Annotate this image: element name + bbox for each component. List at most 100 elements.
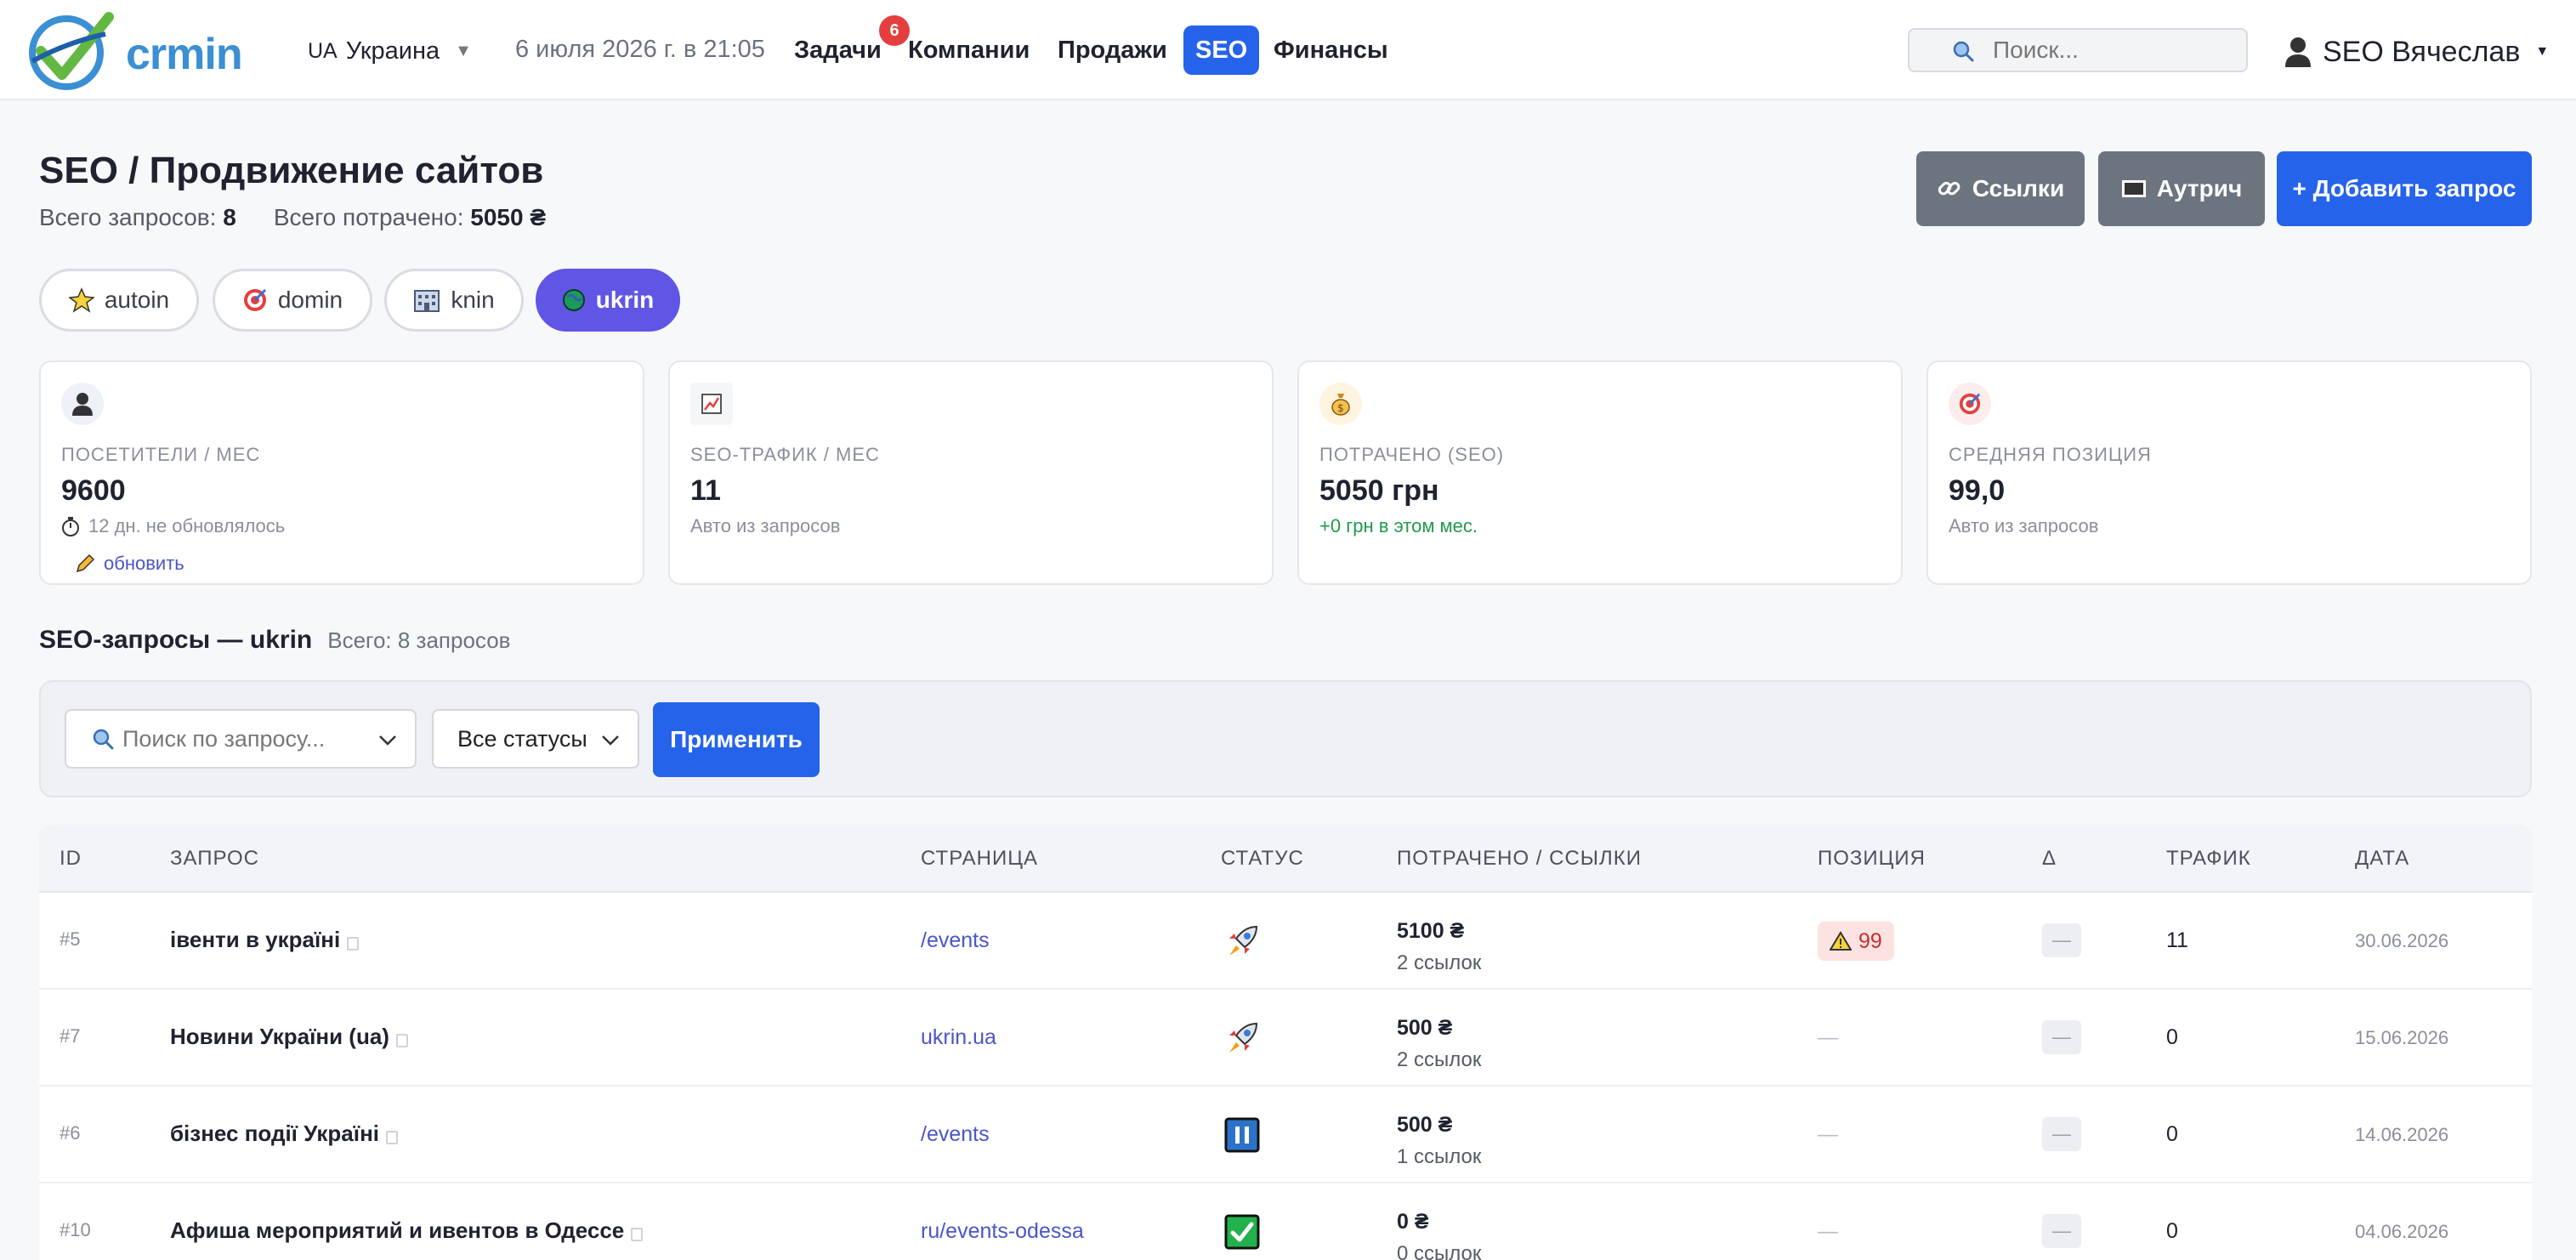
country-code: UA bbox=[308, 38, 338, 63]
row-page-link[interactable]: /events bbox=[921, 1122, 990, 1147]
col-date: ДАТА bbox=[2355, 847, 2410, 870]
col-status: СТАТУС bbox=[1221, 847, 1304, 870]
row-spent: 500 ₴ 2 ссылок bbox=[1397, 1016, 1482, 1071]
col-query: ЗАПРОС bbox=[170, 847, 259, 870]
seo-requests-table: ID ЗАПРОС СТРАНИЦА СТАТУС ПОТРАЧЕНО / СС… bbox=[39, 825, 2532, 1260]
user-menu[interactable]: SEO Вячеслав ▼ bbox=[2284, 32, 2549, 71]
stat-sub: Авто из запросов bbox=[690, 515, 841, 536]
money-bag-icon: $ bbox=[1319, 383, 1362, 425]
nav-seo[interactable]: SEO bbox=[1183, 26, 1260, 75]
stat-label: СРЕДНЯЯ ПОЗИЦИЯ bbox=[1949, 444, 2152, 465]
pencil-icon bbox=[76, 553, 95, 573]
table-row[interactable]: #5 івенти в україні /events 5100 ₴ 2 ссы… bbox=[39, 893, 2532, 990]
row-page-link[interactable]: ru/events-odessa bbox=[921, 1219, 1084, 1244]
user-icon bbox=[61, 383, 104, 425]
stat-label: ПОСЕТИТЕЛИ / МЕС bbox=[61, 444, 261, 465]
row-query[interactable]: бізнес події Україні bbox=[170, 1121, 398, 1147]
project-pill-ukrin[interactable]: ukrin bbox=[536, 269, 680, 332]
logo-text: crmin bbox=[126, 30, 243, 79]
row-delta: — bbox=[2042, 1117, 2081, 1151]
svg-text:$: $ bbox=[1337, 402, 1344, 414]
add-request-button[interactable]: + Добавить запрос bbox=[2277, 151, 2532, 226]
apply-filter-button[interactable]: Применить bbox=[653, 702, 820, 777]
stat-sub: 12 дн. не обновлялось bbox=[61, 515, 285, 537]
row-position: — bbox=[1818, 1220, 1838, 1243]
global-search-placeholder: Поиск... bbox=[1993, 37, 2079, 63]
nav-tasks[interactable]: Задачи bbox=[782, 26, 894, 75]
row-traffic: 0 bbox=[2166, 1025, 2178, 1049]
row-position: — bbox=[1818, 1123, 1838, 1146]
links-button[interactable]: Ссылки bbox=[1916, 151, 2085, 226]
stat-card-visitors: ПОСЕТИТЕЛИ / МЕС 9600 12 дн. не обновлял… bbox=[39, 360, 644, 585]
row-date: 04.06.2026 bbox=[2355, 1221, 2449, 1242]
row-traffic: 0 bbox=[2166, 1219, 2178, 1243]
row-id: #10 bbox=[60, 1219, 91, 1240]
total-requests-value: 8 bbox=[223, 204, 236, 230]
query-search-placeholder: Поиск по запросу... bbox=[122, 725, 326, 752]
target-icon bbox=[1949, 383, 1991, 425]
row-date: 14.06.2026 bbox=[2355, 1124, 2449, 1145]
refresh-visitors-link[interactable]: обновить bbox=[75, 553, 184, 575]
copy-icon[interactable] bbox=[347, 936, 360, 951]
outreach-button[interactable]: Аутрич bbox=[2098, 151, 2265, 226]
caret-down-icon: ▼ bbox=[455, 41, 472, 60]
copy-icon[interactable] bbox=[395, 1033, 408, 1047]
envelope-icon bbox=[2121, 180, 2146, 197]
row-traffic: 11 bbox=[2166, 928, 2188, 952]
copy-icon[interactable] bbox=[631, 1227, 644, 1241]
row-delta: — bbox=[2042, 1020, 2081, 1054]
user-name: SEO Вячеслав bbox=[2323, 35, 2521, 68]
row-query[interactable]: івенти в україні bbox=[170, 927, 360, 953]
stat-value: 11 bbox=[690, 474, 721, 507]
nav-finance[interactable]: Финансы bbox=[1262, 26, 1400, 75]
col-spent: ПОТРАЧЕНО / ССЫЛКИ bbox=[1397, 847, 1643, 870]
rocket-icon bbox=[1229, 925, 1258, 956]
page-title: SEO / Продвижение сайтов bbox=[39, 150, 544, 191]
row-spent: 5100 ₴ 2 ссылок bbox=[1397, 919, 1482, 974]
col-delta: Δ bbox=[2042, 847, 2057, 870]
stat-sub: Авто из запросов bbox=[1949, 515, 2099, 536]
row-traffic: 0 bbox=[2166, 1122, 2178, 1146]
row-page-link[interactable]: ukrin.ua bbox=[921, 1025, 996, 1050]
row-query[interactable]: Афиша мероприятий и ивентов в Одессе bbox=[170, 1217, 644, 1244]
logo-icon bbox=[29, 12, 114, 90]
chart-icon bbox=[690, 383, 733, 425]
global-search-input[interactable]: Поиск... bbox=[1908, 28, 2248, 72]
section-title: SEO-запросы — ukrin Всего: 8 запросов bbox=[39, 626, 511, 654]
row-spent: 500 ₴ 1 ссылок bbox=[1397, 1113, 1482, 1168]
app-logo[interactable]: crmin bbox=[24, 9, 243, 92]
stat-value: 99,0 bbox=[1949, 474, 2006, 507]
stat-label: SEO-ТРАФИК / МЕС bbox=[690, 444, 880, 465]
project-pill-domin[interactable]: domin bbox=[213, 269, 372, 332]
copy-icon[interactable] bbox=[386, 1130, 398, 1144]
row-page-link[interactable]: /events bbox=[921, 928, 990, 953]
table-row[interactable]: #10 Афиша мероприятий и ивентов в Одессе… bbox=[39, 1183, 2532, 1260]
project-pill-knin[interactable]: knin bbox=[384, 269, 524, 332]
country-selector[interactable]: UA Украина ▼ bbox=[308, 34, 472, 68]
position-badge: 99 bbox=[1818, 922, 1894, 961]
search-icon bbox=[93, 729, 114, 750]
row-query[interactable]: Новини України (ua) bbox=[170, 1024, 408, 1050]
project-pill-autoin[interactable]: autoin bbox=[39, 269, 199, 332]
row-id: #6 bbox=[60, 1122, 81, 1144]
table-row[interactable]: #7 Новини України (ua) ukrin.ua 500 ₴ 2 … bbox=[39, 990, 2532, 1087]
stat-value: 5050 грн bbox=[1319, 474, 1439, 507]
filter-bar: Поиск по запросу... Все статусы Применит… bbox=[39, 680, 2532, 797]
top-navbar: crmin UA Украина ▼ 6 июля 2026 г. в 21:0… bbox=[0, 0, 2576, 100]
status-select[interactable]: Все статусы bbox=[432, 709, 639, 769]
warning-icon bbox=[1830, 931, 1852, 951]
stat-value: 9600 bbox=[61, 474, 126, 507]
nav-sales[interactable]: Продажи bbox=[1046, 26, 1179, 75]
row-date: 30.06.2026 bbox=[2355, 930, 2449, 951]
row-position: — bbox=[1818, 1026, 1838, 1049]
stopwatch-icon bbox=[62, 517, 79, 536]
rocket-icon bbox=[1229, 1022, 1258, 1053]
total-spent: Всего потрачено: 5050 ₴ bbox=[273, 204, 547, 230]
nav-companies[interactable]: Компании bbox=[896, 26, 1041, 75]
row-position: 99 bbox=[1818, 922, 1894, 961]
total-spent-value: 5050 ₴ bbox=[470, 204, 547, 230]
caret-down-icon: ▼ bbox=[2535, 44, 2550, 59]
col-traffic: ТРАФИК bbox=[2166, 847, 2251, 870]
table-row[interactable]: #6 бізнес події Україні /events 500 ₴ 1 … bbox=[39, 1087, 2532, 1183]
query-search-input[interactable]: Поиск по запросу... bbox=[65, 709, 417, 769]
